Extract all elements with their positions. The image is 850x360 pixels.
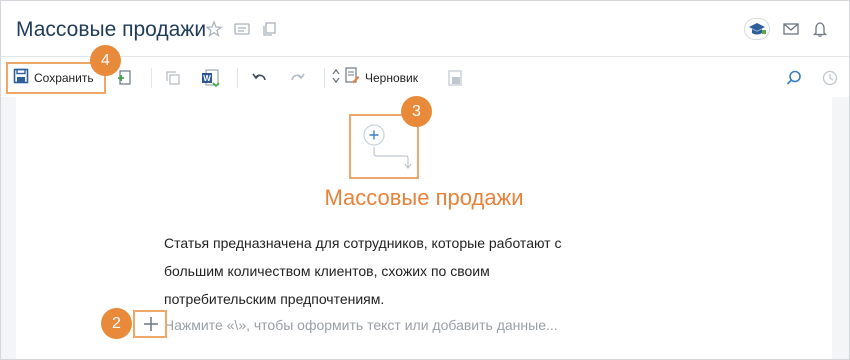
draft-label: Черновик	[365, 71, 418, 85]
paragraph-line: потребительским предпочтениям.	[164, 291, 385, 307]
callout-badge-3: 3	[401, 96, 432, 127]
word-export-icon[interactable]: W	[201, 67, 221, 89]
history-icon[interactable]	[821, 67, 839, 89]
document-title: Массовые продажи	[324, 185, 524, 210]
bell-icon[interactable]	[811, 20, 829, 38]
star-icon[interactable]	[205, 20, 223, 38]
archive-icon[interactable]	[446, 67, 464, 89]
page-header: Массовые продажи	[1, 1, 849, 57]
document-paragraph[interactable]: Статья предназначена для сотрудников, ко…	[164, 229, 634, 313]
card-icon[interactable]	[233, 20, 251, 38]
callout-badge-4: 4	[90, 45, 121, 76]
mail-icon[interactable]	[782, 20, 800, 38]
svg-text:W: W	[203, 74, 211, 83]
paragraph-line: Статья предназначена для сотрудников, ко…	[164, 235, 562, 251]
undo-icon[interactable]	[251, 67, 269, 89]
toolbar: Сохранить W Черновик	[1, 57, 849, 97]
redo-icon[interactable]	[288, 67, 306, 89]
copy-icon[interactable]	[260, 20, 278, 38]
toolbar-divider	[237, 68, 238, 88]
sort-icon	[332, 68, 340, 89]
graduation-cap-icon[interactable]	[744, 18, 770, 40]
toolbar-divider	[324, 68, 325, 88]
draft-icon	[344, 66, 360, 90]
draft-button[interactable]: Черновик	[332, 66, 418, 90]
callout-badge-2: 2	[101, 308, 132, 339]
add-document-icon[interactable]	[116, 67, 134, 89]
add-block-highlight	[133, 310, 167, 338]
toolbar-divider	[151, 68, 152, 88]
paragraph-line: большим количеством клиентов, схожих по …	[164, 263, 490, 279]
duplicate-icon[interactable]	[164, 67, 182, 89]
app-window: Массовые продажи Сохранить W Черновик Ма…	[0, 0, 850, 360]
search-icon[interactable]	[785, 67, 803, 89]
page-title: Массовые продажи	[16, 18, 207, 41]
editor-placeholder[interactable]: Нажмите «\», чтобы оформить текст или до…	[164, 317, 558, 333]
